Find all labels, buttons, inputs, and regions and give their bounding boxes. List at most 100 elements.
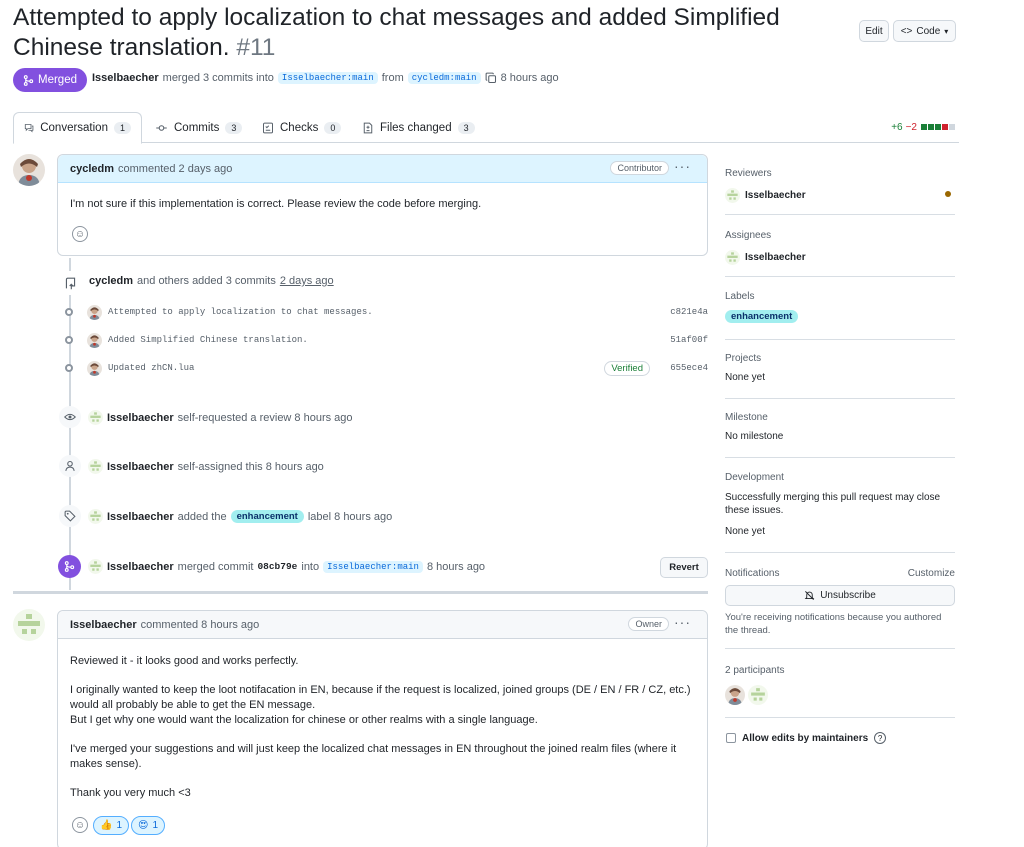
merge-branch[interactable]: Isselbaecher:main bbox=[323, 560, 423, 573]
event-text: and others added 3 commits bbox=[137, 275, 276, 287]
allow-edits-checkbox[interactable] bbox=[726, 733, 736, 743]
avatar[interactable] bbox=[88, 410, 103, 425]
reaction-heart-eyes[interactable]: 😍 1 bbox=[131, 816, 165, 835]
role-badge: Contributor bbox=[610, 161, 669, 175]
revert-button[interactable]: Revert bbox=[660, 557, 708, 578]
avatar bbox=[725, 188, 740, 203]
comment-paragraph: I've merged your suggestions and will ju… bbox=[70, 743, 677, 770]
person-icon bbox=[59, 455, 81, 477]
from-text: from bbox=[381, 72, 404, 84]
sidebar-heading[interactable]: Projects bbox=[725, 353, 955, 364]
event-actor[interactable]: cycledm bbox=[89, 275, 133, 287]
participant-avatar[interactable] bbox=[748, 685, 768, 705]
sidebar-heading[interactable]: Development bbox=[725, 472, 955, 483]
sidebar-milestone: Milestone No milestone bbox=[725, 406, 955, 458]
add-reaction-icon[interactable]: ☺ bbox=[72, 817, 88, 833]
sidebar-heading[interactable]: Labels bbox=[725, 291, 955, 302]
commit-message[interactable]: Updated zhCN.lua bbox=[108, 363, 194, 373]
comment-meta[interactable]: commented 2 days ago bbox=[118, 163, 232, 175]
tab-label: Files changed bbox=[380, 121, 452, 134]
avatar[interactable] bbox=[87, 333, 102, 348]
commit-sha[interactable]: c821e4a bbox=[670, 307, 708, 317]
tag-icon bbox=[59, 505, 81, 527]
comment-author[interactable]: Isselbaecher bbox=[70, 619, 137, 631]
merge-commit-sha[interactable]: 08cb79e bbox=[257, 561, 297, 572]
comment-body: I'm not sure if this implementation is c… bbox=[58, 183, 707, 212]
comment-box: cycledm commented 2 days ago Contributor… bbox=[57, 154, 708, 256]
merge-icon bbox=[23, 74, 34, 86]
add-reaction-icon[interactable]: ☺ bbox=[72, 226, 88, 242]
avatar[interactable] bbox=[87, 361, 102, 376]
event-time: 8 hours ago bbox=[426, 560, 486, 573]
base-branch[interactable]: Isselbaecher:main bbox=[277, 72, 378, 84]
unsubscribe-button[interactable]: Unsubscribe bbox=[725, 585, 955, 606]
event-actor[interactable]: Isselbaecher bbox=[107, 412, 174, 424]
sidebar-heading: 2 participants bbox=[725, 665, 785, 676]
thumbs-up-icon: 👍 bbox=[100, 820, 113, 831]
event-actor[interactable]: Isselbaecher bbox=[107, 461, 174, 473]
kebab-menu-icon[interactable]: ··· bbox=[674, 614, 691, 630]
merger-link[interactable]: Isselbaecher bbox=[92, 72, 159, 84]
allow-edits-row: Allow edits by maintainers ? bbox=[726, 732, 887, 744]
comment-meta[interactable]: commented 8 hours ago bbox=[141, 619, 260, 631]
head-branch[interactable]: cycledm:main bbox=[407, 72, 481, 84]
unsubscribe-label: Unsubscribe bbox=[820, 590, 876, 601]
copy-icon[interactable] bbox=[485, 72, 497, 84]
merge-summary: Isselbaecher merged 3 commits into Issel… bbox=[92, 72, 559, 84]
comment-author[interactable]: cycledm bbox=[70, 163, 114, 175]
commit-icon bbox=[156, 124, 167, 131]
event-actor[interactable]: Isselbaecher bbox=[107, 561, 174, 573]
eye-icon bbox=[59, 406, 81, 428]
label-added-event: Isselbaecher added the enhancement label… bbox=[88, 509, 392, 524]
event-time[interactable]: 2 days ago bbox=[280, 275, 334, 287]
tab-commits[interactable]: Commits 3 bbox=[145, 112, 252, 143]
comment-paragraph: I originally wanted to keep the loot not… bbox=[70, 684, 691, 711]
review-requested-event: Isselbaecher self-requested a review 8 h… bbox=[88, 410, 353, 425]
comment-header: Isselbaecher commented 8 hours ago Owner… bbox=[58, 611, 707, 639]
verified-badge[interactable]: Verified bbox=[604, 360, 650, 376]
commit-sha[interactable]: 51af00f bbox=[670, 335, 708, 345]
commit-sha[interactable]: 655ece4 bbox=[670, 363, 708, 373]
event-actor[interactable]: Isselbaecher bbox=[107, 511, 174, 523]
edit-label: Edit bbox=[865, 25, 883, 37]
participant-avatar[interactable] bbox=[725, 685, 745, 705]
avatar[interactable] bbox=[88, 509, 103, 524]
sidebar-notifications: Notifications Customize Unsubscribe You'… bbox=[725, 560, 955, 649]
kebab-menu-icon[interactable]: ··· bbox=[674, 158, 691, 174]
avatar[interactable] bbox=[88, 459, 103, 474]
allow-edits-label[interactable]: Allow edits by maintainers bbox=[742, 733, 868, 744]
customize-link[interactable]: Customize bbox=[908, 568, 955, 579]
sidebar-heading[interactable]: Reviewers bbox=[725, 168, 955, 179]
code-button[interactable]: <> Code ▾ bbox=[893, 20, 956, 42]
assignee-item[interactable]: Isselbaecher bbox=[725, 250, 955, 265]
sidebar-heading[interactable]: Milestone bbox=[725, 412, 955, 423]
commit-message[interactable]: Added Simplified Chinese translation. bbox=[108, 335, 308, 345]
avatar-cycledm[interactable] bbox=[13, 154, 45, 186]
commit-row: Attempted to apply localization to chat … bbox=[62, 302, 708, 322]
pr-number: #11 bbox=[236, 34, 276, 61]
sidebar-projects: Projects None yet bbox=[725, 347, 955, 399]
commit-message[interactable]: Attempted to apply localization to chat … bbox=[108, 307, 373, 317]
tab-conversation[interactable]: Conversation 1 bbox=[13, 112, 142, 144]
avatar-isselbaecher[interactable] bbox=[13, 609, 45, 641]
tab-checks[interactable]: Checks 0 bbox=[252, 112, 351, 143]
sidebar-labels: Labels enhancement bbox=[725, 284, 955, 340]
tab-files-changed[interactable]: Files changed 3 bbox=[352, 112, 485, 143]
sidebar-heading[interactable]: Assignees bbox=[725, 230, 955, 241]
avatar[interactable] bbox=[87, 305, 102, 320]
enhancement-label[interactable]: enhancement bbox=[230, 510, 304, 523]
enhancement-label[interactable]: enhancement bbox=[725, 310, 799, 323]
question-icon[interactable]: ? bbox=[874, 732, 887, 744]
file-diff-icon bbox=[363, 122, 373, 133]
reaction-thumbs-up[interactable]: 👍 1 bbox=[93, 816, 130, 835]
commit-dot-icon bbox=[65, 336, 73, 344]
event-text: self-assigned this 8 hours ago bbox=[177, 460, 324, 473]
edit-button[interactable]: Edit bbox=[859, 20, 889, 42]
merged-status-badge: Merged bbox=[13, 68, 87, 92]
reviewer-item[interactable]: Isselbaecher bbox=[725, 188, 955, 203]
sidebar-text: Successfully merging this pull request m… bbox=[725, 492, 941, 516]
avatar[interactable] bbox=[88, 559, 103, 574]
pr-title-text: Attempted to apply localization to chat … bbox=[13, 4, 780, 61]
code-icon: <> bbox=[900, 25, 913, 37]
commit-row: Added Simplified Chinese translation. 51… bbox=[62, 330, 708, 350]
